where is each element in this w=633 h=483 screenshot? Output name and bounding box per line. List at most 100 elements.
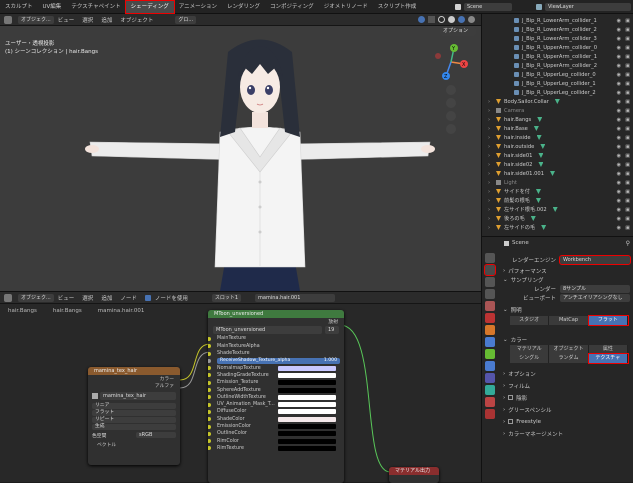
socket-dot[interactable] [208, 336, 211, 341]
3d-viewport[interactable]: オブジェク... ビュー 選択 追加 オブジェクト グロ... ユーザー・透視投… [0, 14, 481, 291]
color-material[interactable]: マテリアル [510, 345, 550, 354]
visibility-eye-icon[interactable]: ◉ [617, 171, 621, 177]
outliner-item[interactable]: J_Bip_R_LowerArm_collider_2 ◉ ▣ [482, 25, 633, 34]
outliner-item[interactable]: J_Bip_R_UpperArm_collider_0 ◉ ▣ [482, 43, 633, 52]
mtoon-input-socket[interactable]: RimColor [208, 437, 344, 444]
freestyle-checkbox[interactable] [508, 419, 514, 424]
expand-arrow-icon[interactable]: › [488, 162, 490, 168]
visibility-eye-icon[interactable]: ◉ [617, 27, 621, 33]
render-visibility-icon[interactable]: ▣ [625, 198, 630, 204]
mesh-data-icon[interactable] [552, 207, 558, 212]
render-visibility-icon[interactable]: ▣ [625, 54, 630, 60]
shading-solid-icon[interactable] [448, 16, 455, 23]
socket-dot[interactable] [208, 431, 211, 436]
color-swatch[interactable] [278, 431, 336, 437]
lighting-studio[interactable]: スタジオ [510, 316, 550, 325]
mtoon-input-socket[interactable]: Emission_Texture [208, 379, 344, 386]
outliner-item[interactable]: J_Bip_R_UpperLeg_collider_1 ◉ ▣ [482, 79, 633, 88]
section-color[interactable]: カラー [511, 336, 528, 344]
outliner-item[interactable]: › hair.Bangs ◉ ▣ [482, 115, 633, 124]
render-visibility-icon[interactable]: ▣ [625, 117, 630, 123]
outliner-item[interactable]: J_Bip_R_LowerArm_collider_3 ◉ ▣ [482, 34, 633, 43]
render-engine-selector[interactable]: Workbench [559, 254, 631, 265]
workspace-tab[interactable]: ジオメトリノード [319, 1, 373, 13]
color-swatch[interactable] [278, 365, 336, 371]
visibility-eye-icon[interactable]: ◉ [617, 180, 621, 186]
material-output-node[interactable]: マテリアル出力 [389, 467, 439, 483]
workspace-tab[interactable]: シェーディング [124, 0, 175, 14]
mesh-data-icon[interactable] [538, 153, 544, 158]
section-options[interactable]: オプション [508, 370, 536, 378]
render-visibility-icon[interactable]: ▣ [625, 153, 630, 159]
outliner-item[interactable]: J_Bip_R_LowerArm_collider_1 ◉ ▣ [482, 16, 633, 25]
expand-arrow-icon[interactable]: › [488, 189, 490, 195]
mtoon-input-socket[interactable]: ShadeTexture [208, 350, 344, 357]
outliner-item[interactable]: J_Bip_R_UpperArm_collider_1 ◉ ▣ [482, 52, 633, 61]
color-attribute[interactable]: 属性 [588, 345, 628, 354]
vp-menu-select[interactable]: 選択 [78, 16, 97, 24]
expand-arrow-icon[interactable]: › [488, 135, 490, 141]
outliner-item[interactable]: › サイドを付 ◉ ▣ [482, 187, 633, 196]
render-visibility-icon[interactable]: ▣ [625, 90, 630, 96]
tex-option-dropdown[interactable]: フラット [92, 409, 176, 416]
workspace-tab[interactable]: コンポジティング [265, 1, 319, 13]
render-visibility-icon[interactable]: ▣ [625, 216, 630, 222]
outliner-item[interactable]: › hair.side01.001 ◉ ▣ [482, 169, 633, 178]
color-single[interactable]: シングル [510, 354, 550, 363]
output-tab-icon[interactable] [485, 277, 495, 287]
mtoon-input-socket[interactable]: RimTexture [208, 445, 344, 452]
render-visibility-icon[interactable]: ▣ [625, 36, 630, 42]
color-object[interactable]: オブジェクト [549, 345, 589, 354]
output-node-title[interactable]: マテリアル出力 [389, 467, 439, 475]
color-swatch[interactable] [278, 402, 336, 408]
socket-dot[interactable] [208, 366, 211, 371]
color-texture[interactable]: テクスチャ [587, 353, 629, 364]
render-visibility-icon[interactable]: ▣ [625, 108, 630, 114]
section-performance[interactable]: パフォーマンス [508, 267, 546, 275]
visibility-eye-icon[interactable]: ◉ [617, 198, 621, 204]
outliner-item[interactable]: › Light ◉ ▣ [482, 178, 633, 187]
visibility-eye-icon[interactable]: ◉ [617, 216, 621, 222]
visibility-eye-icon[interactable]: ◉ [617, 108, 621, 114]
color-swatch[interactable] [278, 372, 336, 378]
vp-menu-view[interactable]: ビュー [54, 16, 79, 24]
mesh-data-icon[interactable] [537, 117, 543, 122]
render-visibility-icon[interactable]: ▣ [625, 207, 630, 213]
scene-selector[interactable]: Scene [464, 3, 512, 11]
workspace-tab[interactable]: テクスチャペイント [66, 1, 125, 13]
visibility-eye-icon[interactable]: ◉ [617, 99, 621, 105]
socket-dot[interactable] [208, 395, 211, 400]
world-tab-icon[interactable] [485, 313, 495, 323]
visibility-eye-icon[interactable]: ◉ [617, 81, 621, 87]
color-swatch[interactable] [278, 394, 336, 400]
mtoon-input-socket[interactable]: UV_Animation_Mask_T... [208, 401, 344, 408]
modifier-tab-icon[interactable] [485, 337, 495, 347]
view-layer-tab-icon[interactable] [485, 289, 495, 299]
outliner-item[interactable]: › hair.side02 ◉ ▣ [482, 160, 633, 169]
outliner-item[interactable]: › 後ろの毛 ◉ ▣ [482, 214, 633, 223]
mesh-data-icon[interactable] [535, 189, 541, 194]
render-visibility-icon[interactable]: ▣ [625, 45, 630, 51]
render-visibility-icon[interactable]: ▣ [625, 81, 630, 87]
pin-icon[interactable]: ⚲ [626, 240, 630, 247]
render-visibility-icon[interactable]: ▣ [625, 144, 630, 150]
render-visibility-icon[interactable]: ▣ [625, 18, 630, 24]
expand-arrow-icon[interactable]: › [488, 180, 490, 186]
section-film[interactable]: フィルム [508, 382, 530, 390]
outliner[interactable]: J_Bip_R_LowerArm_collider_1 ◉ ▣ J_Bip_R_Low… [481, 14, 633, 236]
render-visibility-icon[interactable]: ▣ [625, 126, 630, 132]
tex-option-dropdown[interactable]: リニア [92, 402, 176, 409]
outliner-item[interactable]: › Camera ◉ ▣ [482, 106, 633, 115]
tool-tab-icon[interactable] [485, 253, 495, 263]
visibility-eye-icon[interactable]: ◉ [617, 135, 621, 141]
socket-dot[interactable] [208, 417, 211, 422]
render-visibility-icon[interactable]: ▣ [625, 27, 630, 33]
outliner-item[interactable]: J_Bip_R_UpperArm_collider_2 ◉ ▣ [482, 61, 633, 70]
expand-arrow-icon[interactable]: › [488, 99, 490, 105]
socket-dot[interactable] [208, 373, 211, 378]
mtoon-input-socket[interactable]: DiffuseColor [208, 408, 344, 415]
socket-dot[interactable] [208, 439, 211, 444]
tex-option-dropdown[interactable]: 生成 [92, 423, 176, 430]
mtoon-input-socket[interactable]: NomalmapTexture [208, 364, 344, 371]
render-tab-icon[interactable] [484, 264, 496, 276]
